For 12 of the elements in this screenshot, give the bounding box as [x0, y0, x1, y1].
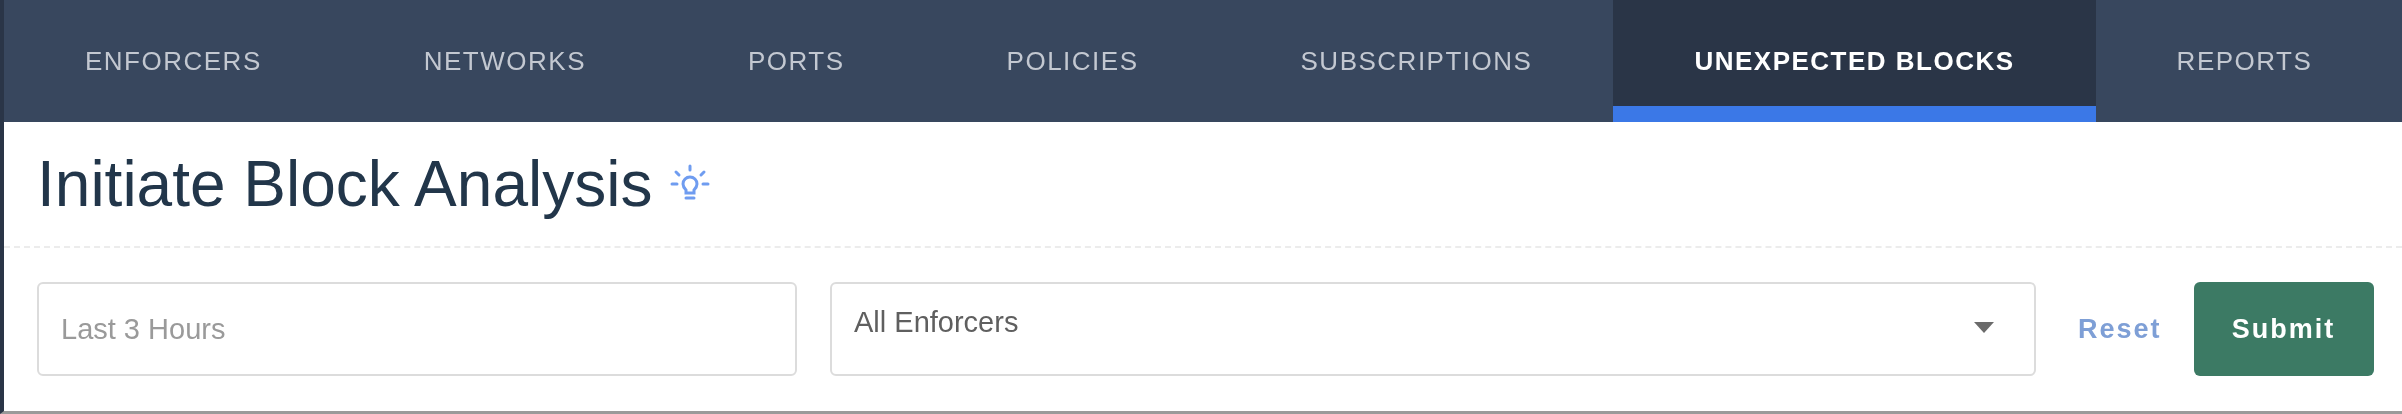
submit-button[interactable]: Submit: [2193, 282, 2374, 376]
tab[interactable]: POLICIES: [925, 0, 1220, 122]
tab[interactable]: REPORTS: [2095, 0, 2394, 122]
tab[interactable]: PORTS: [667, 0, 926, 122]
enforcer-dropdown[interactable]: All Enforcers: [830, 282, 2036, 376]
time-range-field[interactable]: Last 3 Hours: [37, 282, 797, 376]
tab[interactable]: UNEXPECTED BLOCKS: [1613, 0, 2096, 122]
tab[interactable]: SUBSCRIPTIONS: [1219, 0, 1614, 122]
page-title: Initiate Block Analysis: [37, 147, 653, 221]
tab[interactable]: ENFORCERS: [4, 0, 343, 122]
caret-icon: [1974, 322, 1994, 334]
tab[interactable]: NETWORKS: [342, 0, 667, 122]
